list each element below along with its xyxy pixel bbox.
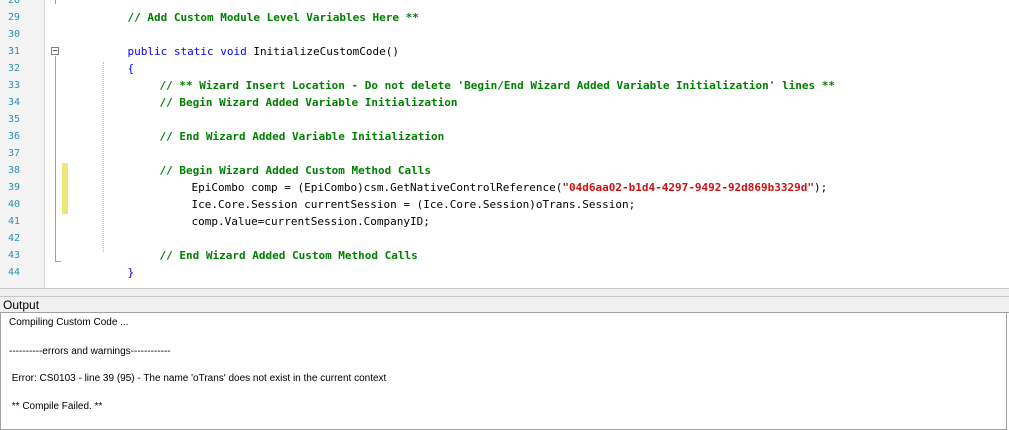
comment: // End Wizard Added Variable Initializat… xyxy=(159,130,445,143)
line-number: 30 xyxy=(7,29,20,40)
line-number: 37 xyxy=(7,148,20,159)
fold-range-line xyxy=(55,56,56,261)
output-line: ** Compile Failed. ** xyxy=(9,401,103,412)
line-number: 44 xyxy=(7,267,20,278)
line-number: 43 xyxy=(7,250,20,261)
output-panel-title: Output xyxy=(3,298,40,312)
code-line-42[interactable]: // End Wizard Added Custom Method Calls xyxy=(133,230,418,262)
line-number: 31 xyxy=(7,46,20,57)
code-line-40[interactable]: comp.Value=currentSession.CompanyID; xyxy=(165,196,430,228)
output-line: ----------errors and warnings-----------… xyxy=(9,346,171,357)
code-editor[interactable]: 28 29 30 31 32 33 34 35 36 37 38 39 40 4… xyxy=(0,0,1009,288)
change-marker xyxy=(62,163,68,214)
line-number: 33 xyxy=(7,80,20,91)
comment: // Begin Wizard Added Variable Initializ… xyxy=(159,96,458,109)
line-number: 42 xyxy=(7,233,20,244)
line-number: 29 xyxy=(7,12,20,23)
code-line-38[interactable]: EpiCombo comp = (EpiCombo)csm.GetNativeC… xyxy=(165,162,828,194)
keyword: public static void xyxy=(127,45,247,58)
line-number: 38 xyxy=(7,165,20,176)
line-number: 35 xyxy=(7,114,20,125)
output-panel-header: Output xyxy=(0,297,1009,313)
code-line-28[interactable]: // Add Custom Module Level Variables Her… xyxy=(101,0,419,24)
fold-range-line xyxy=(55,0,56,4)
line-number: 41 xyxy=(7,216,20,227)
output-panel[interactable]: Compiling Custom Code ... ----------erro… xyxy=(0,313,1007,430)
line-number: 39 xyxy=(7,182,20,193)
code-line-33[interactable]: // Begin Wizard Added Variable Initializ… xyxy=(133,77,458,109)
line-number: 32 xyxy=(7,63,20,74)
pane-splitter[interactable] xyxy=(0,288,1009,297)
line-number-gutter: 28 29 30 31 32 33 34 35 36 37 38 39 40 4… xyxy=(0,0,45,288)
close-brace: } xyxy=(127,266,135,279)
comment: // End Wizard Added Custom Method Calls xyxy=(159,249,418,262)
code-line-43[interactable]: } xyxy=(101,247,135,279)
code-line-32[interactable]: // ** Wizard Insert Location - Do not de… xyxy=(133,60,836,92)
line-number: 36 xyxy=(7,131,20,142)
line-number: 34 xyxy=(7,97,20,108)
code-text: comp.Value=currentSession.CompanyID; xyxy=(191,215,430,228)
fold-end-marker xyxy=(55,261,61,262)
line-number: 28 xyxy=(7,0,20,6)
line-number: 40 xyxy=(7,199,20,210)
code-line-39[interactable]: Ice.Core.Session currentSession = (Ice.C… xyxy=(165,179,636,211)
code-line-31[interactable]: { xyxy=(101,43,135,75)
output-error-line: Error: CS0103 - line 39 (95) - The name … xyxy=(9,373,387,384)
collapse-toggle-icon[interactable]: − xyxy=(51,47,59,55)
code-line-35[interactable]: // End Wizard Added Variable Initializat… xyxy=(133,111,445,143)
code-line-37[interactable]: // Begin Wizard Added Custom Method Call… xyxy=(133,145,432,177)
method-signature: InitializeCustomCode() xyxy=(246,45,400,58)
output-line: Compiling Custom Code ... xyxy=(9,317,129,328)
code-line-30[interactable]: public static void InitializeCustomCode(… xyxy=(101,26,400,58)
code-text: ); xyxy=(814,181,828,194)
comment: // Add Custom Module Level Variables Her… xyxy=(127,11,419,24)
